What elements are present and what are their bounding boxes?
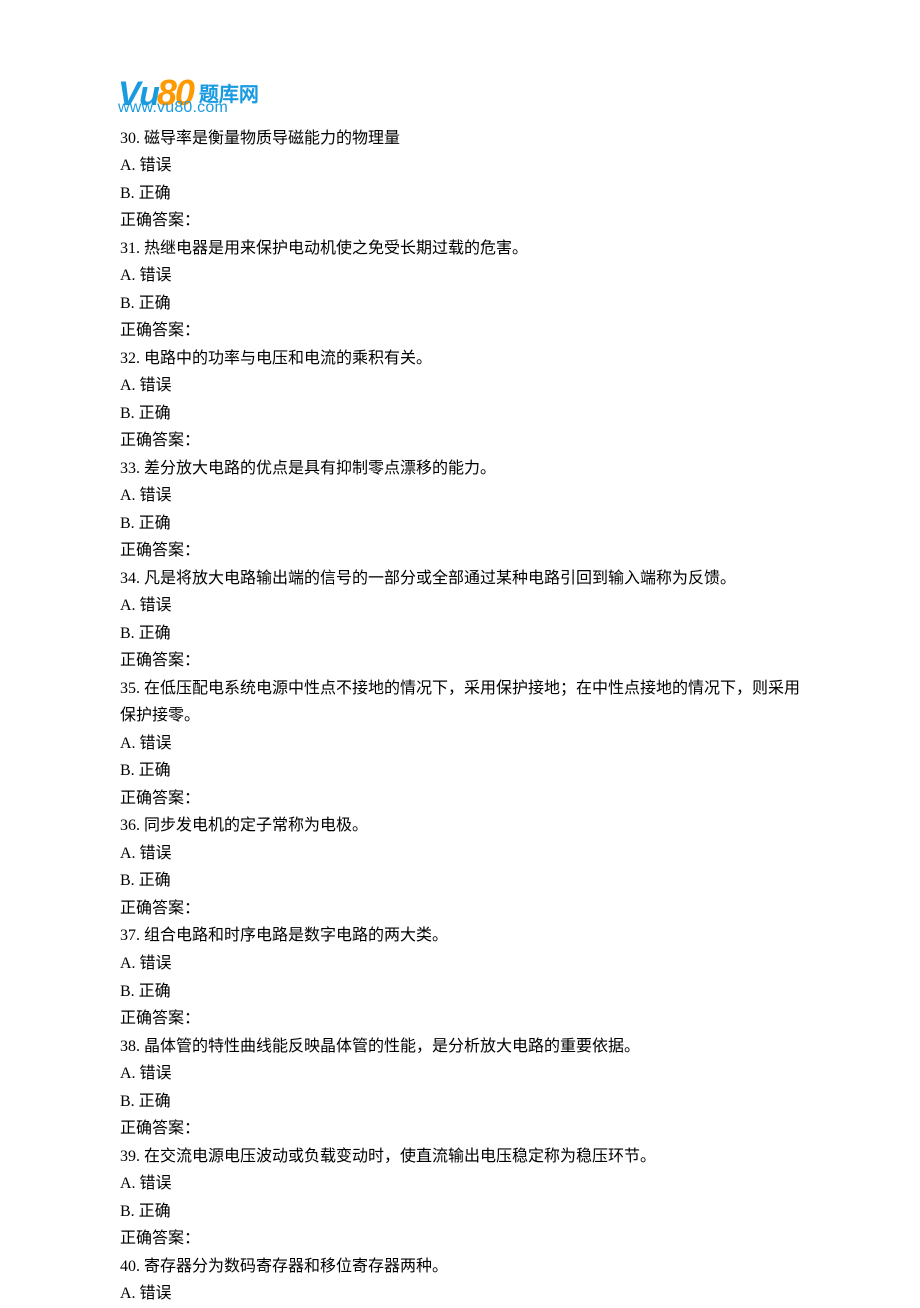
- question-stem: 30. 磁导率是衡量物质导磁能力的物理量: [120, 125, 800, 153]
- option-a: A. 错误: [120, 372, 800, 400]
- question-stem: 33. 差分放大电路的优点是具有抑制零点漂移的能力。: [120, 455, 800, 483]
- answer-label: 正确答案：: [120, 647, 800, 675]
- answer-label: 正确答案：: [120, 317, 800, 345]
- question-text: 同步发电机的定子常称为电极。: [144, 817, 368, 834]
- option-a: A. 错误: [120, 1170, 800, 1198]
- answer-label: 正确答案：: [120, 537, 800, 565]
- option-b: B. 正确: [120, 1088, 800, 1116]
- question-number: 35.: [120, 680, 140, 697]
- question-number: 31.: [120, 240, 140, 257]
- option-b: B. 正确: [120, 1198, 800, 1226]
- document-page: Vu 80 题库网 www.vu80.com 30. 磁导率是衡量物质导磁能力的…: [0, 0, 920, 1308]
- question-stem: 38. 晶体管的特性曲线能反映晶体管的性能，是分析放大电路的重要依据。: [120, 1033, 800, 1061]
- option-b: B. 正确: [120, 510, 800, 538]
- question-number: 36.: [120, 817, 140, 834]
- question-text: 寄存器分为数码寄存器和移位寄存器两种。: [144, 1258, 448, 1275]
- option-a: A. 错误: [120, 482, 800, 510]
- option-a: A. 错误: [120, 152, 800, 180]
- question-number: 33.: [120, 460, 140, 477]
- question-text: 凡是将放大电路输出端的信号的一部分或全部通过某种电路引回到输入端称为反馈。: [144, 570, 736, 587]
- option-a: A. 错误: [120, 730, 800, 758]
- question-text: 组合电路和时序电路是数字电路的两大类。: [144, 927, 448, 944]
- question-list: 30. 磁导率是衡量物质导磁能力的物理量 A. 错误 B. 正确 正确答案： 3…: [120, 125, 800, 1308]
- option-b: B. 正确: [120, 978, 800, 1006]
- question-stem: 34. 凡是将放大电路输出端的信号的一部分或全部通过某种电路引回到输入端称为反馈…: [120, 565, 800, 593]
- question-stem: 40. 寄存器分为数码寄存器和移位寄存器两种。: [120, 1253, 800, 1281]
- answer-label: 正确答案：: [120, 895, 800, 923]
- logo-top-row: Vu 80 题库网: [118, 62, 800, 96]
- question-stem: 32. 电路中的功率与电压和电流的乘积有关。: [120, 345, 800, 373]
- question-text: 电路中的功率与电压和电流的乘积有关。: [144, 350, 432, 367]
- logo-text-cn: 题库网: [199, 78, 259, 112]
- option-a: A. 错误: [120, 950, 800, 978]
- answer-label: 正确答案：: [120, 1005, 800, 1033]
- option-b: B. 正确: [120, 400, 800, 428]
- answer-label: 正确答案：: [120, 427, 800, 455]
- question-text: 在低压配电系统电源中性点不接地的情况下，采用保护接地；在中性点接地的情况下，则采…: [120, 680, 800, 725]
- option-a: A. 错误: [120, 1280, 800, 1308]
- question-stem: 37. 组合电路和时序电路是数字电路的两大类。: [120, 922, 800, 950]
- option-a: A. 错误: [120, 840, 800, 868]
- question-number: 40.: [120, 1258, 140, 1275]
- question-number: 38.: [120, 1038, 140, 1055]
- question-number: 30.: [120, 130, 140, 147]
- question-text: 磁导率是衡量物质导磁能力的物理量: [144, 130, 400, 147]
- question-stem: 31. 热继电器是用来保护电动机使之免受长期过载的危害。: [120, 235, 800, 263]
- question-text: 在交流电源电压波动或负载变动时，使直流输出电压稳定称为稳压环节。: [144, 1148, 656, 1165]
- question-stem: 36. 同步发电机的定子常称为电极。: [120, 812, 800, 840]
- question-stem: 35. 在低压配电系统电源中性点不接地的情况下，采用保护接地；在中性点接地的情况…: [120, 675, 800, 730]
- question-text: 热继电器是用来保护电动机使之免受长期过载的危害。: [144, 240, 528, 257]
- answer-label: 正确答案：: [120, 785, 800, 813]
- option-b: B. 正确: [120, 867, 800, 895]
- question-number: 34.: [120, 570, 140, 587]
- option-b: B. 正确: [120, 290, 800, 318]
- question-number: 37.: [120, 927, 140, 944]
- question-text: 晶体管的特性曲线能反映晶体管的性能，是分析放大电路的重要依据。: [144, 1038, 640, 1055]
- option-b: B. 正确: [120, 180, 800, 208]
- option-b: B. 正确: [120, 757, 800, 785]
- option-a: A. 错误: [120, 592, 800, 620]
- option-a: A. 错误: [120, 262, 800, 290]
- question-number: 39.: [120, 1148, 140, 1165]
- question-text: 差分放大电路的优点是具有抑制零点漂移的能力。: [144, 460, 496, 477]
- answer-label: 正确答案：: [120, 1115, 800, 1143]
- question-number: 32.: [120, 350, 140, 367]
- option-b: B. 正确: [120, 620, 800, 648]
- answer-label: 正确答案：: [120, 1225, 800, 1253]
- site-logo: Vu 80 题库网 www.vu80.com: [118, 62, 800, 122]
- answer-label: 正确答案：: [120, 207, 800, 235]
- option-a: A. 错误: [120, 1060, 800, 1088]
- question-stem: 39. 在交流电源电压波动或负载变动时，使直流输出电压稳定称为稳压环节。: [120, 1143, 800, 1171]
